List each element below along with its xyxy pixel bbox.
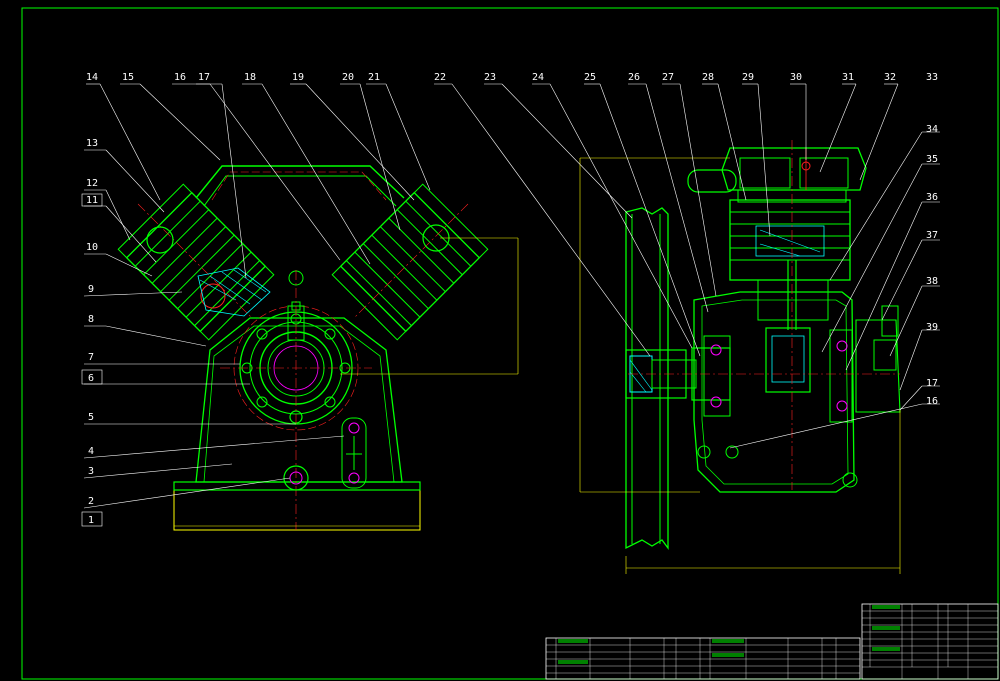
part-label: 11 bbox=[86, 195, 98, 206]
part-label: 37 bbox=[926, 230, 938, 241]
part-label: 38 bbox=[926, 276, 938, 287]
part-label: 15 bbox=[122, 72, 134, 83]
part-label: 21 bbox=[368, 72, 380, 83]
part-label: 35 bbox=[926, 154, 938, 165]
part-label: 31 bbox=[842, 72, 854, 83]
part-label: 5 bbox=[88, 412, 94, 423]
part-label: 12 bbox=[86, 178, 98, 189]
part-label: 29 bbox=[742, 72, 754, 83]
part-label: 2 bbox=[88, 496, 94, 507]
part-label: 18 bbox=[244, 72, 256, 83]
part-label: 19 bbox=[292, 72, 304, 83]
part-label: 17 bbox=[198, 72, 210, 83]
part-label: 8 bbox=[88, 314, 94, 325]
part-label: 14 bbox=[86, 72, 98, 83]
part-label: 4 bbox=[88, 446, 94, 457]
part-label: 6 bbox=[88, 373, 94, 384]
part-label: 17 bbox=[926, 378, 938, 389]
part-label: 34 bbox=[926, 124, 938, 135]
part-label: 20 bbox=[342, 72, 354, 83]
part-label: 39 bbox=[926, 322, 938, 333]
part-label: 24 bbox=[532, 72, 544, 83]
part-label: 30 bbox=[790, 72, 802, 83]
part-label: 23 bbox=[484, 72, 496, 83]
front-view bbox=[117, 165, 519, 531]
part-label: 33 bbox=[926, 72, 938, 83]
part-label: 32 bbox=[884, 72, 896, 83]
part-label: 28 bbox=[702, 72, 714, 83]
part-label: 16 bbox=[926, 396, 938, 407]
part-label: 1 bbox=[88, 515, 94, 526]
part-label: 3 bbox=[88, 466, 94, 477]
part-label: 10 bbox=[86, 242, 98, 253]
part-label: 25 bbox=[584, 72, 596, 83]
part-label: 27 bbox=[662, 72, 674, 83]
part-label: 13 bbox=[86, 138, 98, 149]
part-label: 26 bbox=[628, 72, 640, 83]
part-label: 36 bbox=[926, 192, 938, 203]
part-label: 22 bbox=[434, 72, 446, 83]
part-label: 16 bbox=[174, 72, 186, 83]
cad-drawing-canvas: 14 15 16 17 18 19 20 21 13 12 11 10 9 8 … bbox=[21, 7, 999, 680]
part-label: 7 bbox=[88, 352, 94, 363]
part-label: 9 bbox=[88, 284, 94, 295]
title-block bbox=[545, 603, 999, 680]
